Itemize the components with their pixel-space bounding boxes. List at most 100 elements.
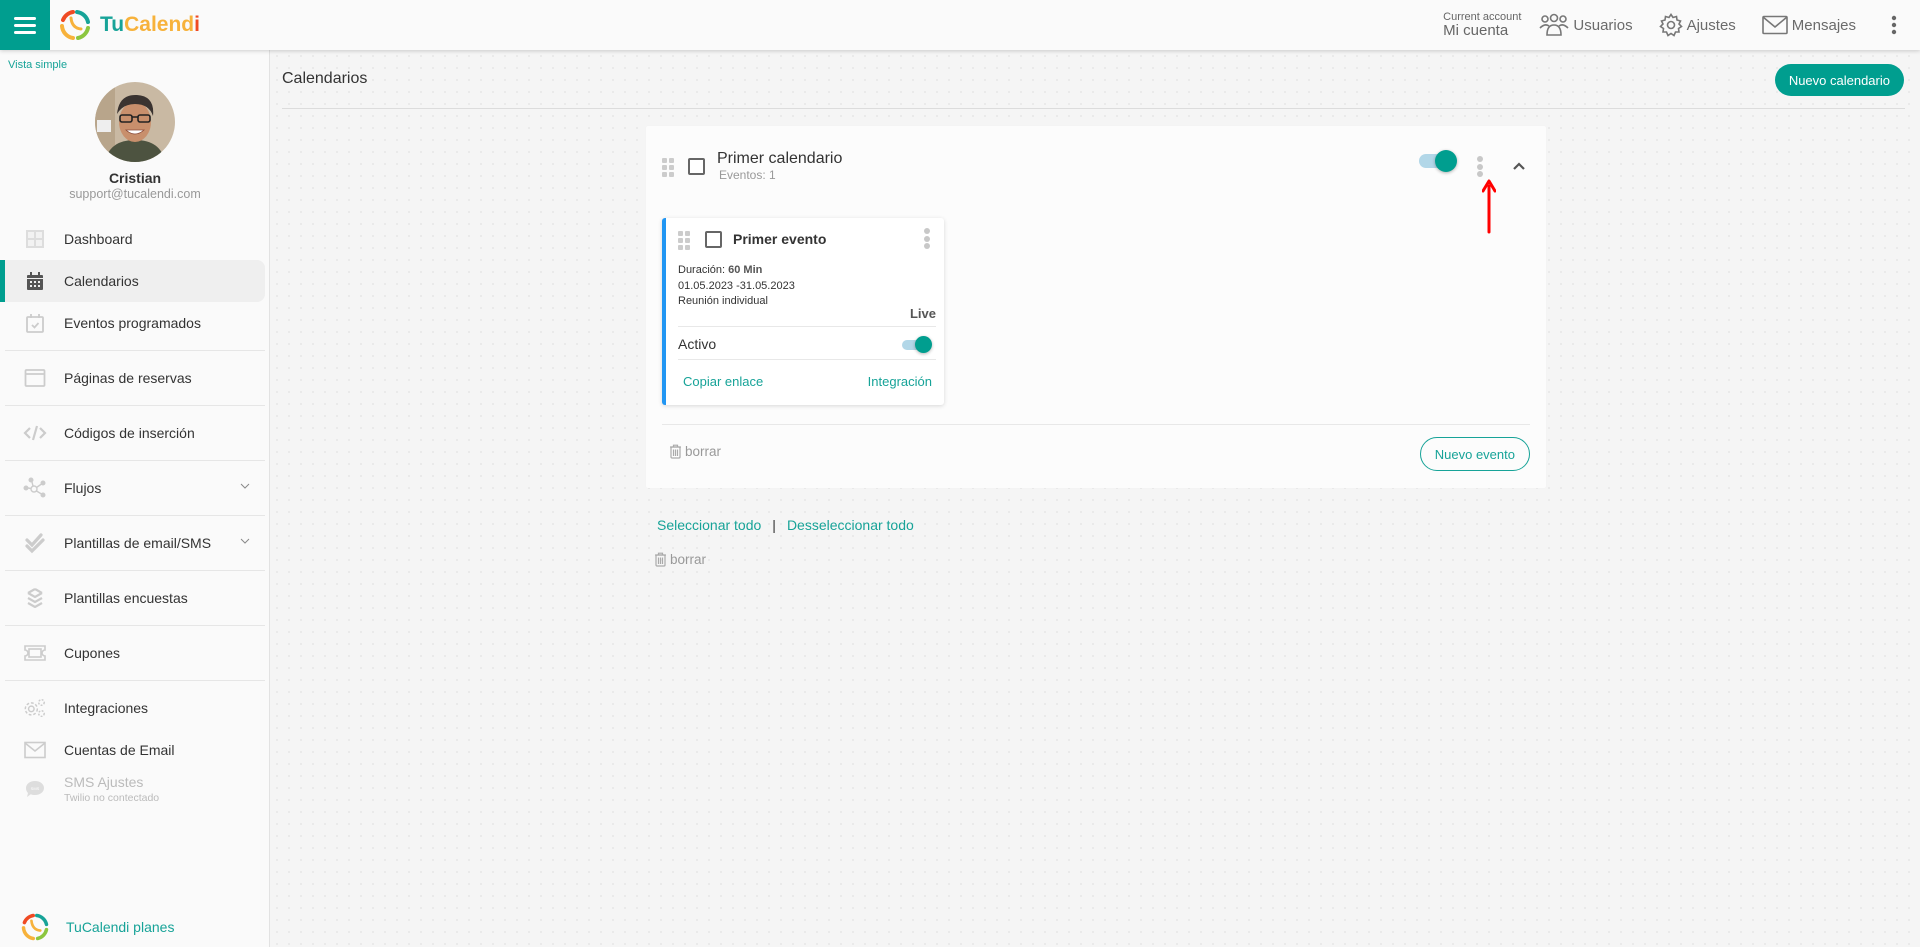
drag-handle-icon[interactable] — [662, 158, 674, 177]
chevron-down-icon — [240, 538, 250, 544]
duration-value: 60 Min — [728, 264, 763, 276]
sidebar-item-dashboard[interactable]: Dashboard — [0, 218, 265, 260]
sidebar-item-label: Códigos de inserción — [64, 425, 195, 441]
sidebar-item-integraciones[interactable]: Integraciones — [0, 687, 265, 729]
users-link-label: Usuarios — [1573, 16, 1633, 34]
deselect-all-link[interactable]: Desseleccionar todo — [787, 517, 914, 533]
calendar-checkbox[interactable] — [688, 158, 705, 175]
double-check-icon — [23, 531, 47, 555]
users-link[interactable]: Usuarios — [1539, 13, 1633, 37]
sidebar-item-plantillas-email-sms[interactable]: Plantillas de email/SMS — [0, 522, 265, 564]
calendar-enabled-toggle[interactable] — [1419, 150, 1457, 172]
delete-label: borrar — [685, 444, 722, 459]
event-checkbox[interactable] — [705, 231, 722, 248]
sms-icon: SMS — [23, 777, 47, 801]
toggle-knob — [1435, 150, 1457, 172]
users-icon — [1539, 13, 1569, 36]
event-duration: Duración: 60 Min — [678, 264, 762, 276]
settings-link-label: Ajustes — [1686, 16, 1736, 34]
plans-link-label: TuCalendi planes — [66, 919, 175, 935]
envelope-icon — [1761, 15, 1788, 35]
sidebar-item-eventos-programados[interactable]: Eventos programados — [0, 302, 265, 344]
sidebar-divider — [5, 570, 265, 571]
logo-text-calend: Calend — [124, 13, 195, 36]
code-icon — [23, 421, 47, 445]
event-title: Primer evento — [733, 231, 827, 247]
sidebar-item-plantillas-encuestas[interactable]: Plantillas encuestas — [0, 577, 265, 619]
logo-text-i: i — [194, 13, 200, 36]
integration-button[interactable]: Integración — [868, 374, 932, 389]
event-active-label: Activo — [678, 336, 717, 352]
sidebar-nav: Dashboard Calendarios Eventos programado… — [0, 218, 270, 815]
event-divider — [678, 326, 936, 327]
drag-handle-icon[interactable] — [678, 231, 690, 250]
top-bar: TuCalendi Current account Mi cuenta Usua… — [0, 0, 1920, 50]
delete-calendar-button[interactable]: borrar — [669, 444, 721, 459]
annotation-arrow-icon — [1482, 179, 1496, 234]
new-event-button[interactable]: Nuevo evento — [1419, 437, 1530, 471]
event-card: Primer evento Duración: 60 Min 01.05.202… — [662, 218, 944, 405]
trash-icon — [655, 552, 666, 567]
logo-text: TuCalendi — [100, 13, 200, 37]
sidebar-item-sms-ajustes[interactable]: SMS SMS Ajustes Twilio no contectado — [0, 771, 265, 815]
delete-label: borrar — [670, 552, 707, 567]
trash-icon — [670, 444, 681, 459]
event-options-button[interactable] — [924, 228, 930, 251]
sidebar-item-label: Plantillas de email/SMS — [64, 535, 212, 551]
sidebar-item-label: Calendarios — [64, 273, 139, 289]
sidebar-item-paginas-de-reservas[interactable]: Páginas de reservas — [0, 357, 265, 399]
account-value: Mi cuenta — [1443, 22, 1509, 39]
kebab-menu-icon — [1891, 15, 1897, 35]
sidebar-item-label: Flujos — [64, 480, 102, 496]
settings-link[interactable]: Ajustes — [1658, 13, 1736, 37]
sidebar-item-label: Eventos programados — [64, 315, 201, 331]
calendar-check-icon — [23, 311, 47, 335]
copy-link-button[interactable]: Copiar enlace — [683, 374, 763, 389]
sidebar-item-codigos-de-insercion[interactable]: Códigos de inserción — [0, 412, 265, 454]
logo-icon — [60, 10, 90, 40]
logo-icon — [21, 913, 49, 941]
sidebar: Vista simple Cristian support@tucalendi.… — [0, 50, 270, 947]
calendar-title: Primer calendario — [717, 150, 843, 167]
sidebar-item-label: Plantillas encuestas — [64, 590, 188, 606]
event-divider — [678, 359, 936, 360]
event-type: Reunión individual — [678, 295, 768, 307]
account-switcher[interactable]: Current account Mi cuenta — [1443, 12, 1521, 39]
avatar[interactable] — [95, 82, 175, 162]
new-calendar-button[interactable]: Nuevo calendario — [1774, 64, 1904, 96]
event-status-badge: Live — [909, 306, 936, 321]
user-name: Cristian — [108, 170, 162, 186]
ticket-icon — [23, 641, 47, 665]
event-active-toggle[interactable] — [902, 336, 932, 354]
plans-link[interactable]: TuCalendi planes — [20, 912, 174, 942]
hamburger-menu-button[interactable] — [0, 0, 50, 50]
sidebar-item-label: SMS Ajustes Twilio no contectado — [64, 774, 159, 804]
chevron-up-icon[interactable] — [1512, 161, 1526, 171]
sidebar-item-label: Dashboard — [64, 231, 133, 247]
simple-view-link[interactable]: Vista simple — [8, 59, 67, 71]
layers-icon — [23, 586, 47, 610]
messages-link-label: Mensajes — [1791, 16, 1856, 34]
sidebar-item-cupones[interactable]: Cupones — [0, 632, 265, 674]
sidebar-item-calendarios[interactable]: Calendarios — [0, 260, 265, 302]
dashboard-icon — [23, 227, 47, 251]
top-right-nav: Current account Mi cuenta Usuarios Ajust… — [1443, 0, 1920, 50]
duration-label: Duración: — [678, 264, 726, 276]
gear-icon — [1658, 13, 1683, 37]
sidebar-divider — [5, 460, 265, 461]
calendar-options-button[interactable] — [1477, 156, 1483, 179]
messages-link[interactable]: Mensajes — [1761, 15, 1856, 35]
sidebar-divider — [5, 515, 265, 516]
sidebar-item-cuentas-de-email[interactable]: Cuentas de Email — [0, 729, 265, 771]
sidebar-item-flujos[interactable]: Flujos — [0, 467, 265, 509]
event-date-range: 01.05.2023 -31.05.2023 — [678, 280, 795, 292]
envelope-icon — [23, 738, 47, 762]
avatar-image — [95, 82, 175, 162]
bulk-delete-button[interactable]: borrar — [654, 552, 706, 567]
logo[interactable]: TuCalendi — [58, 8, 200, 42]
browser-window-icon — [23, 366, 47, 390]
select-all-link[interactable]: Seleccionar todo — [657, 517, 761, 533]
more-options-button[interactable] — [1882, 15, 1906, 35]
page-title: Calendarios — [282, 70, 368, 87]
user-email: support@tucalendi.com — [69, 187, 201, 201]
